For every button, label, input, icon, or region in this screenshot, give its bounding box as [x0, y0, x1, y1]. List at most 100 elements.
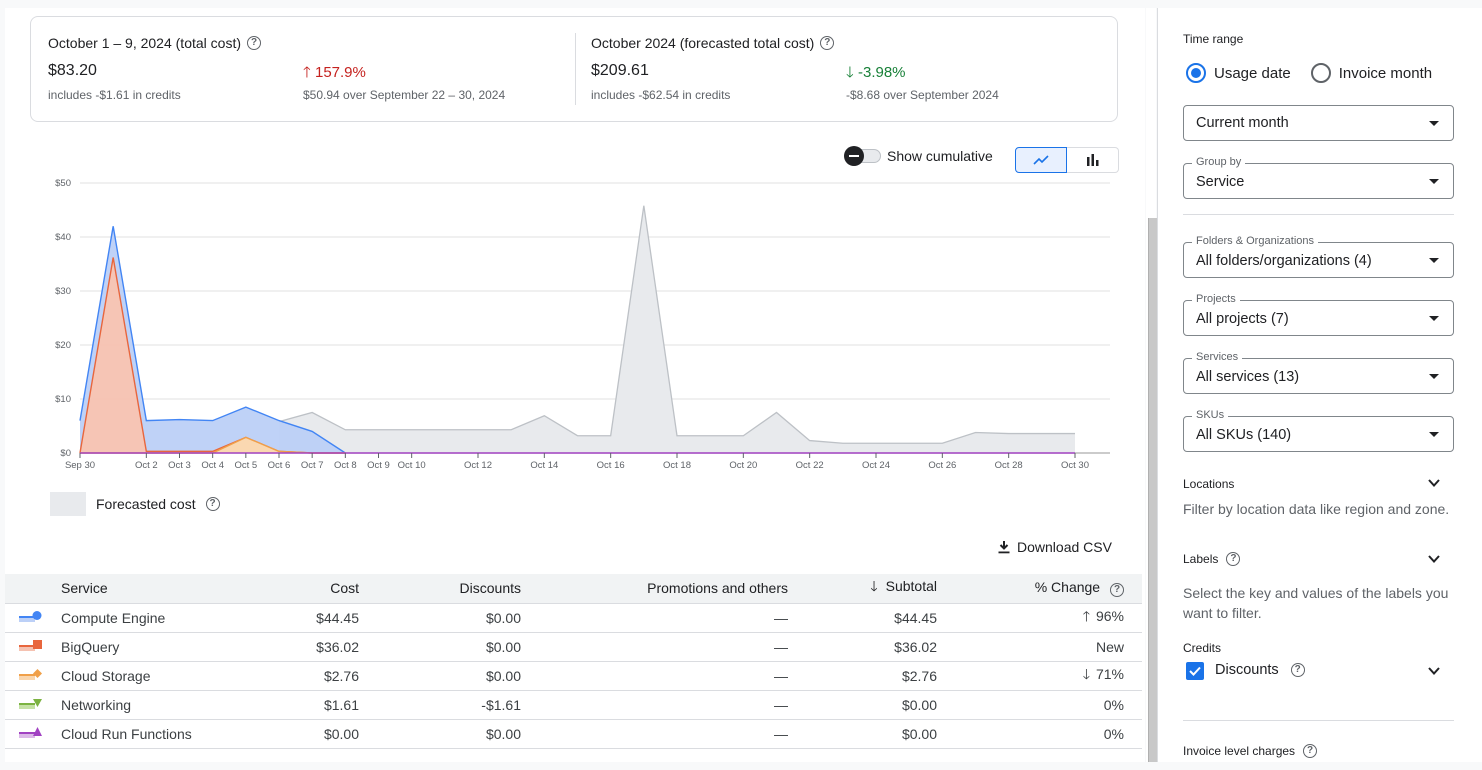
y-tick-label: $10 [55, 394, 71, 405]
forecast-cost-title: October 2024 (forecasted total cost) ? [591, 35, 835, 51]
chart-legend: Forecasted cost ? [50, 492, 220, 516]
service-name[interactable]: BigQuery [55, 632, 265, 662]
service-legend-icon [5, 661, 55, 691]
x-tick-label: Oct 30 [1061, 460, 1089, 471]
show-cumulative-toggle[interactable]: Show cumulative [844, 146, 993, 166]
labels-label[interactable]: Labels ? [1183, 552, 1241, 566]
discounts-cell: $0.00 [365, 719, 527, 749]
change-cell: 0% [943, 690, 1142, 720]
x-tick-label: Oct 26 [928, 460, 956, 471]
x-tick-label: Oct 10 [398, 460, 426, 471]
forecast-credits-note: includes -$62.54 in credits [591, 88, 731, 102]
x-tick-label: Oct 5 [234, 460, 257, 471]
divider [1183, 214, 1454, 215]
divider [1183, 720, 1454, 721]
time-range-radio-group: Usage date Invoice month [1186, 63, 1432, 83]
chevron-down-icon[interactable] [1428, 553, 1440, 565]
table-row[interactable]: Cloud Storage $2.76 $0.00 — $2.76 🡓 71% [5, 661, 1142, 691]
cost-area-chart: $0 $10 $20 $30 $40 $50 Sep 30 Oct 2 Oct 3 Oct 4 Oc… [55, 178, 1110, 471]
help-icon[interactable]: ? [1110, 583, 1124, 598]
current-change: 🡑 157.9% [303, 64, 366, 81]
toggle-knob [844, 146, 864, 166]
help-icon[interactable]: ? [1226, 552, 1241, 566]
table-row[interactable]: BigQuery $36.02 $0.00 — $36.02 New [5, 632, 1142, 662]
current-cost-title: October 1 – 9, 2024 (total cost) ? [48, 35, 261, 51]
cost-cell: $44.45 [265, 603, 365, 633]
x-tick-label: Oct 16 [597, 460, 625, 471]
current-change-note: $50.94 over September 22 – 30, 2024 [303, 88, 506, 102]
summary-card: October 1 – 9, 2024 (total cost) ? $83.2… [30, 16, 1118, 122]
header-cost[interactable]: Cost [265, 574, 365, 604]
scrollbar-thumb[interactable] [1148, 218, 1157, 762]
help-icon[interactable]: ? [820, 36, 835, 50]
main-panel: October 1 – 9, 2024 (total cost) ? $83.2… [5, 8, 1145, 762]
folders-select[interactable]: Folders & Organizations All folders/orga… [1183, 235, 1454, 278]
header-change[interactable]: % Change ? [943, 574, 1142, 604]
group-by-select[interactable]: Group by Service [1183, 156, 1454, 199]
line-chart-icon [1033, 155, 1049, 165]
change-cell: New [943, 632, 1142, 662]
subtotal-cell: $0.00 [794, 690, 943, 720]
x-tick-label: Oct 24 [862, 460, 890, 471]
x-tick-label: Oct 20 [729, 460, 757, 471]
services-table: Service Cost Discounts Promotions and ot… [5, 574, 1142, 749]
x-tick-label: Oct 3 [168, 460, 191, 471]
checkmark-icon [1189, 666, 1201, 676]
cost-cell: $2.76 [265, 661, 365, 691]
subtotal-cell: $36.02 [794, 632, 943, 662]
subtotal-cell: $0.00 [794, 719, 943, 749]
dropdown-caret-icon [1429, 121, 1439, 126]
table-row[interactable]: Compute Engine $44.45 $0.00 — $44.45 🡑 96… [5, 603, 1142, 633]
table-header-row: Service Cost Discounts Promotions and ot… [5, 574, 1142, 604]
service-legend-icon [5, 632, 55, 662]
header-discounts[interactable]: Discounts [365, 574, 527, 604]
discounts-checkbox[interactable] [1186, 662, 1204, 680]
help-icon[interactable]: ? [247, 36, 261, 50]
period-select[interactable]: Current month [1183, 105, 1454, 141]
table-row[interactable]: Networking $1.61 -$1.61 — $0.00 0% [5, 690, 1142, 720]
time-range-label: Time range [1183, 32, 1244, 46]
help-icon[interactable]: ? [1303, 744, 1318, 758]
line-chart-button[interactable] [1015, 147, 1067, 173]
toggle-switch[interactable] [844, 146, 881, 166]
chevron-down-icon[interactable] [1428, 477, 1440, 489]
service-legend-icon [5, 719, 55, 749]
x-tick-label: Oct 9 [367, 460, 390, 471]
locations-label[interactable]: Locations [1183, 477, 1234, 491]
service-name[interactable]: Cloud Storage [55, 661, 265, 691]
radio-invoice-month[interactable] [1310, 63, 1331, 83]
current-credits-note: includes -$1.61 in credits [48, 88, 181, 102]
forecast-change-note: -$8.68 over September 2024 [846, 88, 999, 102]
help-icon[interactable]: ? [205, 497, 220, 511]
download-csv-button[interactable]: Download CSV [997, 539, 1112, 555]
service-name[interactable]: Cloud Run Functions [55, 719, 265, 749]
header-subtotal[interactable]: 🡓 Subtotal [794, 574, 943, 604]
promotions-cell: — [527, 719, 794, 749]
cost-cell: $36.02 [265, 632, 365, 662]
promotions-cell: — [527, 690, 794, 720]
x-tick-label: Sep 30 [65, 460, 95, 471]
y-tick-label: $0 [60, 448, 71, 459]
skus-select[interactable]: SKUs All SKUs (140) [1183, 409, 1454, 452]
x-tick-label: Oct 14 [530, 460, 558, 471]
y-tick-label: $20 [55, 340, 71, 351]
promotions-cell: — [527, 632, 794, 662]
bar-chart-button[interactable] [1067, 147, 1119, 173]
credits-label: Credits [1183, 641, 1222, 655]
chevron-down-icon[interactable] [1428, 665, 1440, 677]
service-legend-icon [5, 690, 55, 720]
forecast-area [279, 205, 1075, 453]
subtotal-cell: $44.45 [794, 603, 943, 633]
services-select[interactable]: Services All services (13) [1183, 351, 1454, 394]
change-cell: 🡓 71% [943, 661, 1142, 691]
help-icon[interactable]: ? [1290, 663, 1305, 677]
service-name[interactable]: Networking [55, 690, 265, 720]
projects-select[interactable]: Projects All projects (7) [1183, 293, 1454, 336]
table-row[interactable]: Cloud Run Functions $0.00 $0.00 — $0.00 … [5, 719, 1142, 749]
header-promotions[interactable]: Promotions and others [527, 574, 794, 604]
legend-label-forecast: Forecasted cost [96, 496, 196, 512]
radio-usage-date[interactable] [1186, 63, 1206, 83]
header-service[interactable]: Service [55, 574, 265, 604]
dropdown-caret-icon [1429, 179, 1439, 184]
service-name[interactable]: Compute Engine [55, 603, 265, 633]
